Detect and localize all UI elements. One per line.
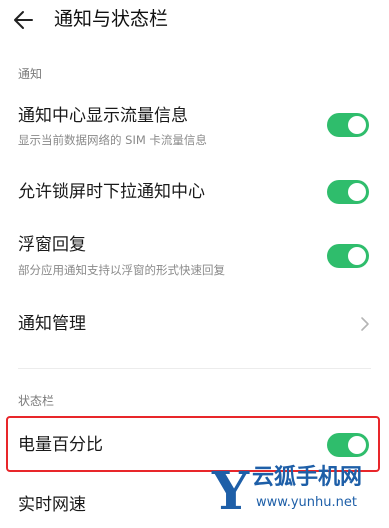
section-label-notifications: 通知 bbox=[18, 67, 43, 81]
section-divider bbox=[18, 368, 371, 369]
toggle-switch[interactable] bbox=[327, 244, 369, 268]
setting-row-floating-reply[interactable]: 浮窗回复 部分应用通知支持以浮窗的形式快速回复 bbox=[0, 226, 389, 288]
toggle-knob bbox=[348, 116, 366, 134]
setting-subtitle: 显示当前数据网络的 SIM 卡流量信息 bbox=[18, 133, 207, 147]
toggle-switch[interactable] bbox=[327, 180, 369, 204]
setting-title: 通知中心显示流量信息 bbox=[18, 106, 188, 126]
watermark-logo: Y 云狐手机网 www.yunhu.net bbox=[212, 462, 389, 528]
setting-row-traffic-info[interactable]: 通知中心显示流量信息 显示当前数据网络的 SIM 卡流量信息 bbox=[0, 96, 389, 158]
chevron-right-icon bbox=[361, 317, 369, 331]
toggle-switch[interactable] bbox=[327, 113, 369, 137]
arrow-left-icon bbox=[14, 11, 33, 29]
watermark-name: 云狐手机网 bbox=[252, 465, 363, 490]
setting-row-lockscreen-pulldown[interactable]: 允许锁屏时下拉通知中心 bbox=[0, 170, 389, 216]
watermark-url: www.yunhu.net bbox=[256, 495, 357, 510]
setting-title: 通知管理 bbox=[18, 314, 86, 334]
toggle-knob bbox=[348, 247, 366, 265]
setting-subtitle: 部分应用通知支持以浮窗的形式快速回复 bbox=[18, 263, 225, 277]
section-label-statusbar: 状态栏 bbox=[18, 394, 55, 408]
setting-title: 允许锁屏时下拉通知中心 bbox=[18, 182, 205, 202]
top-bar: 通知与状态栏 bbox=[0, 0, 389, 40]
toggle-knob bbox=[348, 183, 366, 201]
setting-row-notification-management[interactable]: 通知管理 bbox=[0, 300, 389, 348]
setting-title: 浮窗回复 bbox=[18, 235, 86, 255]
page-title: 通知与状态栏 bbox=[54, 8, 169, 30]
setting-title: 实时网速 bbox=[18, 495, 86, 515]
watermark-letter: Y bbox=[212, 461, 250, 522]
back-button[interactable] bbox=[10, 6, 40, 34]
